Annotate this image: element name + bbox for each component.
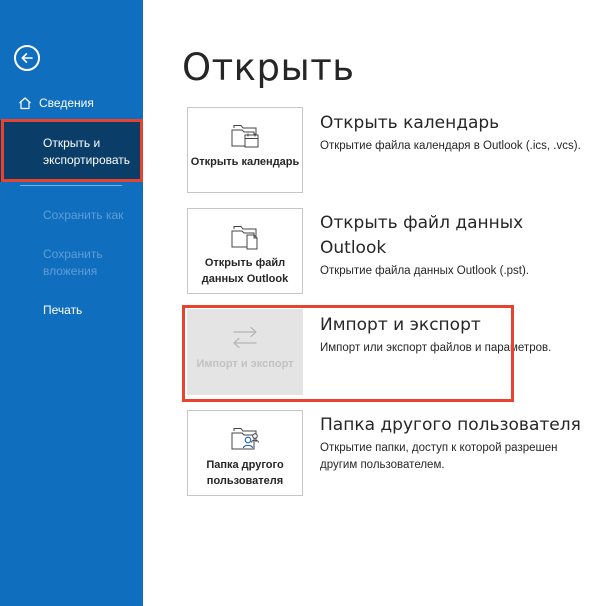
other-user-folder-tile-label: Папка другого пользователя (206, 459, 284, 487)
user-folder-icon (228, 424, 262, 454)
open-calendar-text: Открытие файла календаря в Outlook (.ics… (320, 140, 581, 152)
open-data-file-button[interactable]: Открыть файл данных Outlook (187, 208, 303, 294)
nav-item-info-label: Сведения (39, 95, 94, 110)
open-data-file-description: Открыть файл данных Outlook Открытие фай… (320, 211, 590, 280)
nav-item-open-export[interactable]: Открыть и экспортировать (0, 120, 143, 182)
arrow-left-icon (21, 53, 33, 63)
nav-item-save-attachments-label: Сохранить вложения (43, 247, 103, 278)
open-calendar-description: Открыть календарь Открытие файла календа… (320, 111, 590, 155)
other-user-folder-description: Папка другого пользователя Открытие папк… (320, 413, 590, 474)
data-file-folder-icon (228, 222, 262, 252)
home-icon (18, 96, 32, 110)
other-user-folder-text: Открытие папки, доступ к которой разреше… (320, 442, 558, 471)
nav-item-print[interactable]: Печать (0, 302, 143, 319)
open-calendar-title: Открыть календарь (320, 113, 500, 133)
import-export-description: Импорт и экспорт Импорт или экспорт файл… (320, 313, 590, 357)
import-export-tile-label: Импорт и экспорт (196, 358, 294, 370)
calendar-folder-icon (228, 121, 262, 151)
nav-item-save-as: Сохранить как (0, 207, 143, 224)
import-export-button[interactable]: Импорт и экспорт (187, 309, 303, 395)
open-calendar-tile-label: Открыть календарь (190, 156, 300, 168)
sidebar-divider (20, 185, 122, 186)
nav-item-save-attachments: Сохранить вложения (0, 246, 143, 280)
open-data-file-title: Открыть файл данных Outlook (320, 213, 524, 258)
other-user-folder-title: Папка другого пользователя (320, 415, 581, 435)
nav-item-open-export-label: Открыть и экспортировать (43, 136, 131, 167)
open-data-file-tile-label: Открыть файл данных Outlook (201, 257, 289, 285)
nav-item-print-label: Печать (43, 303, 83, 317)
import-export-title: Импорт и экспорт (320, 315, 481, 335)
import-export-arrows-icon (228, 323, 262, 353)
back-button[interactable] (14, 45, 40, 71)
import-export-text: Импорт или экспорт файлов и параметров. (320, 342, 552, 354)
nav-item-save-as-label: Сохранить как (43, 208, 124, 222)
page-title: Открыть (182, 46, 355, 89)
open-calendar-button[interactable]: Открыть календарь (187, 107, 303, 193)
backstage-sidebar: Сведения Открыть и экспортировать Сохран… (0, 0, 143, 606)
other-user-folder-button[interactable]: Папка другого пользователя (187, 410, 303, 496)
open-data-file-text: Открытие файла данных Outlook (.pst). (320, 265, 530, 277)
nav-item-info[interactable]: Сведения (0, 93, 143, 113)
